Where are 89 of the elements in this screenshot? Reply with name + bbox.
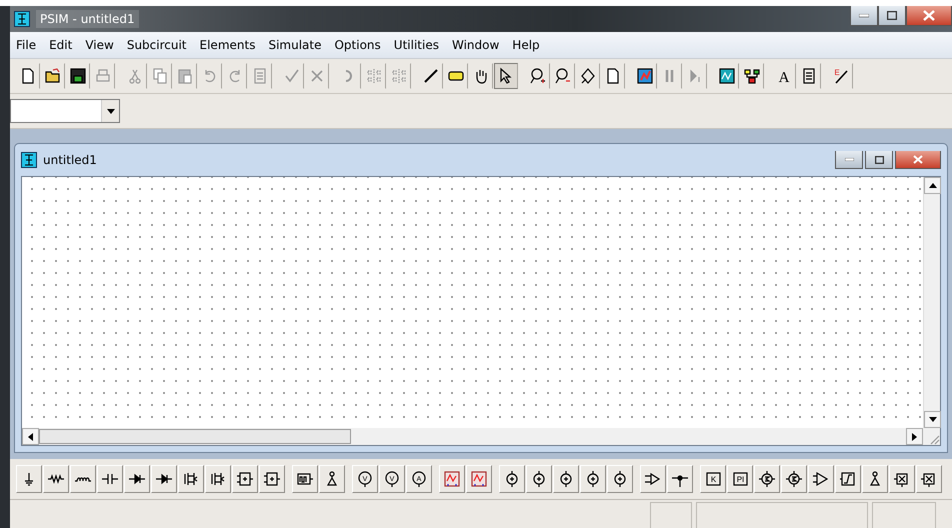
element-button[interactable] [259,465,285,493]
caret-icon [106,108,114,114]
close-button[interactable] [895,151,941,169]
document-title: untitled1 [43,153,97,167]
element-button[interactable] [580,465,606,493]
amplifier-icon [812,470,830,488]
element-button[interactable] [808,465,834,493]
element-button[interactable] [889,465,915,493]
document-icon [21,152,37,168]
scroll-down-button[interactable] [924,411,941,428]
minimize-icon [859,14,869,18]
scroll-up-button[interactable] [924,177,941,194]
element-button[interactable] [553,465,579,493]
minimize-button[interactable] [835,151,863,169]
menu-item[interactable]: Subcircuit [126,38,187,52]
scope-icon [470,470,488,488]
minimize-icon [844,158,854,161]
up-arrow-icon [928,183,936,188]
module-icon [263,470,281,488]
element-button[interactable] [667,465,693,493]
horizontal-scrollbar[interactable] [22,428,923,445]
element-button[interactable] [640,465,666,493]
limiter-icon [839,470,857,488]
scroll-right-button[interactable] [906,428,923,445]
close-icon [913,155,923,164]
menu-item[interactable]: Utilities [394,38,439,52]
window-title: PSIM - untitled1 [36,10,139,28]
comparator-icon [644,470,662,488]
menu-item[interactable]: Elements [200,38,256,52]
menu-item[interactable]: Simulate [268,38,322,52]
resize-grip-icon [928,433,940,445]
element-button[interactable] [232,465,258,493]
close-icon [923,10,935,21]
element-button[interactable] [292,465,318,493]
gain-icon: PI [731,470,749,488]
element-button[interactable] [499,465,525,493]
letter-icon: A [776,67,792,85]
vertical-scrollbar[interactable] [923,177,940,428]
menu-item[interactable]: View [85,38,114,52]
element-button[interactable] [439,465,465,493]
element-button[interactable] [70,465,96,493]
element-button[interactable] [781,465,807,493]
summer-icon [785,470,803,488]
element-button[interactable] [835,465,861,493]
toolbar-button[interactable] [494,63,518,89]
element-button[interactable] [43,465,69,493]
element-button[interactable] [607,465,633,493]
switch-icon [209,470,227,488]
maximize-icon [887,11,897,20]
down-arrow-icon [928,417,936,422]
element-button[interactable] [916,465,942,493]
status-pane [872,502,936,528]
element-button[interactable] [862,465,888,493]
element-button[interactable] [124,465,150,493]
maximize-button[interactable] [878,6,906,26]
element-button[interactable] [178,465,204,493]
menu-item[interactable]: Edit [49,38,72,52]
element-button[interactable] [466,465,492,493]
menu-item[interactable]: Window [452,38,500,52]
scope-icon [443,470,461,488]
element-button[interactable] [319,465,345,493]
element-button[interactable] [754,465,780,493]
maximize-button[interactable] [865,151,893,169]
menu-item[interactable]: Options [334,38,381,52]
switch-icon [182,470,200,488]
scroll-left-button[interactable] [22,428,39,445]
left-arrow-icon [28,432,33,440]
inductor-icon [74,476,92,482]
module-icon [236,470,254,488]
summer-icon [758,470,776,488]
element-button[interactable]: K [700,465,726,493]
maximize-icon [874,156,884,164]
element-button[interactable] [16,465,42,493]
right-arrow-icon [912,432,917,440]
element-button[interactable] [205,465,231,493]
element-button[interactable] [151,465,177,493]
element-button[interactable]: PI [727,465,753,493]
scroll-thumb[interactable] [39,429,351,444]
menu-item[interactable]: File [16,38,36,52]
status-pane [650,502,692,528]
element-button[interactable] [97,465,123,493]
minimize-button[interactable] [850,6,878,26]
element-button[interactable] [526,465,552,493]
app-icon [14,11,30,27]
close-button[interactable] [906,6,952,26]
dropdown-field[interactable] [10,99,120,123]
gain-icon: K [704,470,722,488]
menu-item[interactable]: Help [512,38,540,52]
dropdown-button[interactable] [101,100,119,122]
